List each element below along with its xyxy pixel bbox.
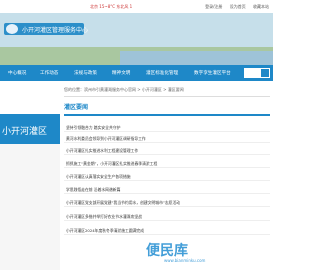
- list-item[interactable]: 小开河灌区2024年度秋冬季清淤施工圆满完成: [64, 228, 270, 235]
- watermark-logo: 便民库 www.bianminku.com: [146, 240, 205, 263]
- site-logo-text: 小开河灌区管理服务中心: [22, 27, 89, 34]
- list-item[interactable]: 抓抓施工“黄金期”，小开河灌区扎实推进春季清淤工程: [64, 161, 270, 168]
- nav-item-digital-twin[interactable]: 数字孪生灌区平台: [194, 70, 231, 76]
- watermark-text: 便民库: [146, 243, 188, 259]
- logo-emblem-icon: [6, 24, 18, 34]
- top-links: 登录/注册 设为首页 收藏本站: [199, 4, 269, 10]
- list-item[interactable]: 小开河灌区多措并举打好农业节水灌溉攻坚战: [64, 214, 270, 221]
- top-bar: 北京 15~8°C 东北风 1 登录/注册 设为首页 收藏本站: [0, 0, 273, 13]
- list-divider: [64, 220, 270, 221]
- top-link-favorite[interactable]: 收藏本站: [253, 4, 269, 9]
- nav-item-standardization[interactable]: 灌区标准化管理: [146, 70, 178, 76]
- list-divider: [64, 167, 270, 168]
- list-divider: [64, 206, 270, 207]
- nav-item-work-news[interactable]: 工作动态: [40, 70, 58, 76]
- list-divider: [64, 234, 270, 235]
- top-link-login[interactable]: 登录/注册: [205, 4, 222, 9]
- nav-item-overview[interactable]: 中心概况: [8, 70, 26, 76]
- main-nav: 中心概况 工作动态 法规与政策 精神文明 灌区标准化管理 数字孪生灌区平台: [0, 65, 273, 81]
- list-divider: [64, 131, 270, 132]
- breadcrumb: 您的位置：滨州市引黄灌溉服务中心官网 > 小开河灌区 > 灌区要闻: [64, 87, 184, 92]
- section-title: 灌区要闻: [64, 104, 89, 111]
- breadcrumb-divider: [64, 96, 270, 97]
- top-link-homepage[interactable]: 设为首页: [230, 4, 246, 9]
- nav-item-civilization[interactable]: 精神文明: [112, 70, 130, 76]
- list-item[interactable]: 学思践悟走在前 沿着水网谱新篇: [64, 187, 270, 194]
- section-underline: [64, 114, 270, 116]
- search-input[interactable]: [244, 68, 270, 78]
- banner-river: [120, 51, 273, 65]
- watermark-url: www.bianminku.com: [164, 258, 206, 263]
- list-divider: [64, 180, 270, 181]
- search-icon[interactable]: [261, 69, 269, 77]
- list-item[interactable]: 坚持引领融合力 踏实安全共守护: [64, 125, 270, 132]
- nav-item-policy[interactable]: 法规与政策: [74, 70, 97, 76]
- list-item[interactable]: 黄河水利委员会领导到小开河灌区调研指导工作: [64, 136, 270, 143]
- sidebar-title: 小开河灌区: [0, 114, 60, 144]
- header-banner: 小开河灌区管理服务中心: [0, 13, 273, 65]
- list-item[interactable]: 小开河灌区党支部开展党建“我当节约用水，创建文明城市”志愿活动: [64, 200, 270, 207]
- list-divider: [64, 154, 270, 155]
- weather-text: 北京 15~8°C 东北风 1: [90, 4, 133, 9]
- list-divider: [64, 193, 270, 194]
- list-item[interactable]: 小开河灌区扎实推进水利工程建设管理工作: [64, 148, 270, 155]
- list-item[interactable]: 小开河灌区认真落实安全生产各项措施: [64, 174, 270, 181]
- list-divider: [64, 142, 270, 143]
